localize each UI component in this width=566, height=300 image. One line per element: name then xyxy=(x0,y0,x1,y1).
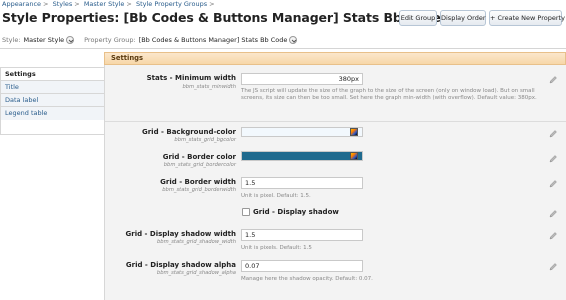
property-group-filter-value[interactable]: [Bb Codes & Buttons Manager] Stats Bb Co… xyxy=(139,36,288,44)
create-new-property-button[interactable]: + Create New Property xyxy=(489,10,565,26)
border-width-input[interactable]: 1.5 xyxy=(241,177,363,189)
edit-pencil-icon[interactable] xyxy=(548,154,558,164)
field-key-min-width: bbm_stats_minwidth xyxy=(182,84,236,90)
section-header: Settings xyxy=(104,52,566,65)
edit-pencil-icon[interactable] xyxy=(548,129,558,139)
property-tabs: Settings Title Data label Legend table xyxy=(0,67,105,135)
shadow-width-input[interactable]: 1.5 xyxy=(241,229,363,241)
filters-row: Style: Master Style Property Group: [Bb … xyxy=(2,36,307,44)
tab-legend-table[interactable]: Legend table xyxy=(1,107,104,120)
display-order-button[interactable]: Display Order xyxy=(440,10,486,26)
edit-pencil-icon[interactable] xyxy=(548,209,558,219)
chevron-down-icon[interactable] xyxy=(289,36,298,44)
border-width-help: Unit is pixel. Default: 1.5. xyxy=(241,193,311,199)
field-label-bg-color: Grid - Background-color xyxy=(141,128,236,136)
border-color-input[interactable] xyxy=(241,151,363,161)
property-group-filter-label: Property Group: xyxy=(84,36,136,44)
style-filter-label: Style: xyxy=(2,36,21,44)
background-color-input[interactable] xyxy=(241,127,363,137)
field-key-border-width: bbm_stats_grid_borderwidth xyxy=(162,187,236,193)
style-filter-value[interactable]: Master Style xyxy=(24,36,65,44)
edit-pencil-icon[interactable] xyxy=(548,231,558,241)
field-label-border-width: Grid - Border width xyxy=(160,178,236,186)
tab-data-label[interactable]: Data label xyxy=(1,94,104,107)
display-shadow-label[interactable]: Grid - Display shadow xyxy=(253,208,339,216)
page-title: Style Properties: [Bb Codes & Buttons Ma… xyxy=(2,10,441,25)
breadcrumb-styles[interactable]: Styles xyxy=(53,0,73,8)
edit-pencil-icon[interactable] xyxy=(548,179,558,189)
tab-title[interactable]: Title xyxy=(1,81,104,94)
tab-settings[interactable]: Settings xyxy=(1,68,104,81)
color-picker-icon[interactable] xyxy=(350,152,358,160)
edit-pencil-icon[interactable] xyxy=(548,75,558,85)
edit-group-button[interactable]: Edit Group xyxy=(399,10,437,26)
edit-pencil-icon[interactable] xyxy=(548,262,558,272)
divider xyxy=(105,121,566,122)
field-label-min-width: Stats - Minimum width xyxy=(146,74,236,82)
breadcrumb-style-property-groups[interactable]: Style Property Groups xyxy=(136,0,207,8)
field-label-shadow-width: Grid - Display shadow width xyxy=(125,230,237,238)
field-label-shadow-alpha: Grid - Display shadow alpha xyxy=(125,261,236,269)
shadow-width-help: Unit is pixels. Default: 1.5 xyxy=(241,245,312,251)
breadcrumb-master-style[interactable]: Master Style xyxy=(84,0,125,8)
chevron-down-icon[interactable] xyxy=(66,36,75,44)
field-key-border-color: bbm_stats_grid_bordercolor xyxy=(163,162,236,168)
properties-panel: Stats - Minimum width bbm_stats_minwidth… xyxy=(104,65,566,300)
field-label-border-color: Grid - Border color xyxy=(162,153,236,161)
breadcrumb-appearance[interactable]: Appearance xyxy=(2,0,41,8)
min-width-input[interactable]: 380px xyxy=(241,73,363,85)
min-width-help: The JS script will update the size of th… xyxy=(241,88,537,102)
shadow-alpha-input[interactable]: 0.07 xyxy=(241,260,363,272)
shadow-alpha-help: Manage here the shadow opacity. Default:… xyxy=(241,276,373,282)
display-shadow-checkbox[interactable] xyxy=(242,208,250,216)
color-picker-icon[interactable] xyxy=(350,128,358,136)
field-key-shadow-alpha: bbm_stats_grid_shadow_alpha xyxy=(156,270,236,276)
field-key-shadow-width: bbm_stats_grid_shadow_width xyxy=(156,239,236,245)
field-key-bg-color: bbm_stats_grid_bgcolor xyxy=(174,137,236,143)
divider xyxy=(0,48,566,49)
